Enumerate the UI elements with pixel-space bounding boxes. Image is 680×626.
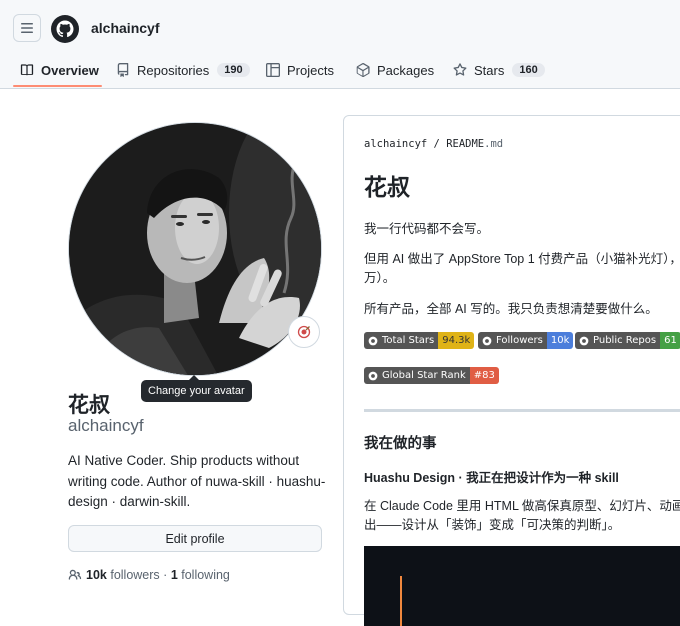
badge-total-stars[interactable]: Total Stars 94.3k (364, 332, 475, 349)
star-icon (453, 63, 467, 76)
tab-overview-label: Overview (41, 62, 99, 78)
readme-achievement-line-wrap: 万）。 (364, 271, 396, 285)
badge-followers-value: 10k (546, 332, 574, 349)
readme-divider (364, 409, 680, 412)
readme-achievement-line: 但用 AI 做出了 AppStore Top 1 付费产品（小猫补光灯），写 (364, 252, 680, 266)
badge-total-stars-label: Total Stars (382, 335, 435, 346)
github-mark-icon (368, 371, 378, 380)
tab-projects-label: Projects (287, 62, 334, 78)
profile-display-name: 花叔 (68, 394, 110, 417)
followers-separator: · (163, 568, 168, 582)
badge-public-repos-label: Public Repos (593, 335, 657, 346)
following-label[interactable]: following (181, 568, 230, 582)
people-icon (68, 569, 82, 580)
preview-accent-bar (400, 576, 402, 626)
tab-overview[interactable]: Overview (20, 52, 99, 88)
repositories-count-badge: 190 (217, 63, 250, 77)
header-username[interactable]: alchaincyf (91, 20, 159, 36)
tab-packages-label: Packages (377, 62, 435, 78)
hamburger-icon (21, 23, 33, 33)
profile-login: alchaincyf (68, 416, 144, 435)
avatar-status-button[interactable] (288, 316, 320, 348)
readme-path-user[interactable]: alchaincyf (364, 138, 427, 150)
github-mark-icon (482, 336, 492, 345)
active-tab-indicator (13, 85, 102, 87)
readme-project-desc-line1: 在 Claude Code 里用 HTML 做高保真原型、幻灯片、动画和 (364, 499, 680, 513)
tab-stars[interactable]: Stars 160 (453, 52, 545, 88)
tab-stars-label: Stars (474, 62, 505, 78)
readme-ai-line: 所有产品，全部 AI 写的。我只负责想清楚要做什么。 (364, 302, 658, 316)
stars-count-badge: 160 (512, 63, 545, 77)
readme-section-title: 我在做的事 (364, 436, 437, 452)
target-icon (297, 325, 311, 339)
badge-followers[interactable]: Followers 10k (478, 332, 574, 349)
followers-count[interactable]: 10k (86, 568, 107, 582)
followers-summary: 10k followers · 1 following (68, 568, 230, 582)
avatar-portrait-illustration (69, 123, 321, 375)
change-avatar-tooltip: Change your avatar (141, 375, 252, 402)
profile-avatar[interactable] (68, 122, 322, 376)
badge-global-star-rank-value: #83 (469, 367, 499, 384)
badge-global-star-rank-label: Global Star Rank (382, 370, 466, 381)
profile-bio: AI Native Coder. Ship products without w… (68, 453, 326, 509)
top-header: alchaincyf Overview Repositories 190 Pro… (0, 0, 680, 89)
readme-preview-image (364, 546, 680, 626)
tab-repositories-label: Repositories (137, 62, 210, 78)
readme-project-desc-line2: 出——设计从「装饰」变成「可决策的判断」。 (364, 518, 621, 532)
github-mark-icon (368, 336, 378, 345)
tab-repositories[interactable]: Repositories 190 (116, 52, 250, 88)
badge-public-repos-value: 61 (660, 332, 680, 349)
following-count[interactable]: 1 (171, 568, 178, 582)
readme-intro-line: 我一行代码都不会写。 (364, 222, 490, 236)
badge-public-repos[interactable]: Public Repos 61 (575, 332, 680, 349)
badge-total-stars-value: 94.3k (438, 332, 475, 349)
followers-label[interactable]: followers (110, 568, 159, 582)
readme-path-separator: / (433, 138, 440, 150)
profile-readme-card: alchaincyf / README.md 花叔 我一行代码都不会写。 但用 … (343, 115, 680, 626)
tab-packages[interactable]: Packages (356, 52, 434, 88)
github-mark-icon (579, 336, 589, 345)
repo-icon (117, 63, 129, 77)
badge-global-star-rank[interactable]: Global Star Rank #83 (364, 367, 499, 384)
readme-project-title: Huashu Design · 我正在把设计作为一种 skill (364, 471, 619, 485)
hamburger-menu-button[interactable] (13, 14, 41, 42)
profile-tab-nav: Overview Repositories 190 Projects Packa… (0, 52, 680, 88)
table-icon (266, 63, 280, 77)
readme-path-file: README (446, 138, 485, 150)
tab-projects[interactable]: Projects (266, 52, 334, 88)
package-icon (356, 63, 370, 77)
readme-path-ext: .md (484, 138, 504, 150)
badge-followers-label: Followers (496, 335, 543, 346)
edit-profile-button[interactable]: Edit profile (68, 525, 322, 552)
readme-title: 花叔 (364, 174, 410, 200)
book-icon (20, 64, 34, 76)
readme-path: alchaincyf / README.md (364, 138, 503, 150)
github-logo-icon[interactable] (51, 15, 79, 43)
